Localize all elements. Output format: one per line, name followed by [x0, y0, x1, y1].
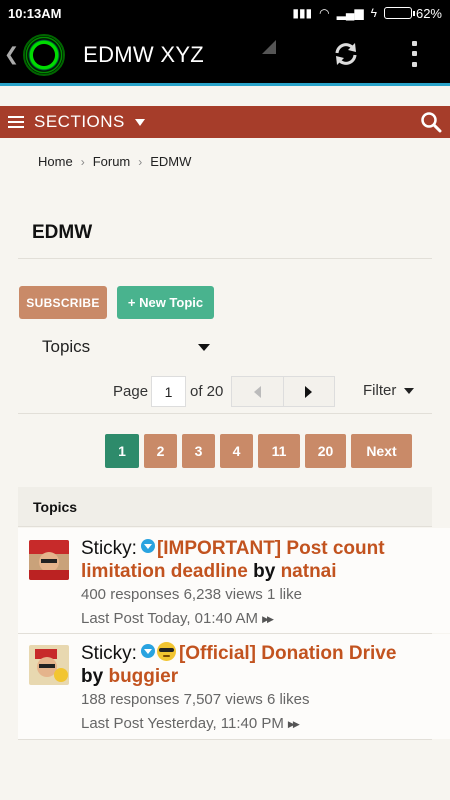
chevron-right-icon: ›	[138, 154, 143, 169]
cool-smiley-icon	[156, 642, 176, 661]
filter-dropdown[interactable]: Filter	[363, 382, 415, 399]
breadcrumb-home[interactable]: Home	[38, 154, 73, 169]
avatar[interactable]	[29, 645, 69, 685]
search-icon[interactable]	[420, 111, 442, 133]
charging-icon: ϟ	[370, 6, 377, 20]
topic-author[interactable]: natnai	[281, 561, 337, 582]
sticky-label: Sticky:	[81, 643, 137, 664]
breadcrumb-edmw[interactable]: EDMW	[150, 154, 191, 169]
breadcrumb-forum[interactable]: Forum	[93, 154, 131, 169]
dropdown-corner-icon	[262, 40, 276, 54]
sticky-label: Sticky:	[81, 538, 137, 559]
app-bar: ❮ EDMW XYZ	[0, 26, 450, 83]
topic-stats: 400 responses 6,238 views 1 like	[81, 586, 302, 603]
topic-link[interactable]: [IMPORTANT] Post count	[157, 538, 385, 559]
hamburger-icon[interactable]	[8, 116, 24, 128]
topic-title-line2[interactable]: limitation deadline by natnai	[81, 560, 337, 583]
page-button-20[interactable]: 20	[305, 434, 346, 468]
last-post-text: Last Post Today, 01:40 AM	[81, 610, 259, 627]
last-post-text: Last Post Yesterday, 11:40 PM	[81, 715, 284, 732]
sections-bar[interactable]: SECTIONS	[0, 106, 450, 138]
topic-title[interactable]: Sticky: [IMPORTANT] Post count	[81, 537, 385, 560]
page-number-input[interactable]: 1	[151, 376, 186, 407]
battery-percent: 62%	[415, 5, 442, 21]
page-nav	[231, 376, 335, 407]
topic-title[interactable]: Sticky: [Official] Donation Drive	[81, 642, 396, 665]
divider	[18, 413, 432, 414]
app-title: EDMW XYZ	[83, 41, 205, 67]
topic-row[interactable]: Sticky: [Official] Donation Drive by bugg…	[18, 634, 450, 739]
topics-header: Topics	[18, 487, 432, 527]
prev-page-button[interactable]	[232, 377, 284, 406]
sections-label[interactable]: SECTIONS	[34, 112, 125, 132]
page-button-3[interactable]: 3	[182, 434, 215, 468]
caret-down-icon	[404, 387, 415, 394]
caret-down-icon	[198, 343, 210, 351]
next-arrow-icon	[305, 385, 313, 398]
battery-indicator: 62%	[383, 5, 442, 21]
refresh-button[interactable]	[328, 36, 364, 72]
divider	[18, 739, 432, 740]
topics-select[interactable]: Topics	[42, 335, 210, 359]
page-button-11[interactable]: 11	[258, 434, 300, 468]
next-page-button[interactable]	[284, 377, 335, 406]
divider	[18, 258, 432, 259]
page-button-1[interactable]: 1	[105, 434, 139, 468]
subscribe-button[interactable]: SUBSCRIBE	[19, 286, 107, 319]
breadcrumb: Home › Forum › EDMW	[38, 154, 191, 169]
chevron-right-icon: ›	[80, 154, 85, 169]
sticky-dropdown-icon[interactable]	[140, 539, 155, 553]
fast-forward-icon[interactable]: ▶▶	[262, 614, 274, 624]
avatar[interactable]	[29, 540, 69, 580]
app-bar-divider	[0, 83, 450, 86]
by-label: by	[81, 666, 104, 687]
topic-last-post[interactable]: Last Post Today, 01:40 AM ▶▶	[81, 610, 274, 627]
filter-label: Filter	[363, 382, 397, 399]
fast-forward-icon[interactable]: ▶▶	[288, 719, 300, 729]
topic-stats: 188 responses 7,507 views 6 likes	[81, 691, 310, 708]
signal-icon-2: ▂▄▆	[336, 6, 364, 20]
new-topic-button[interactable]: + New Topic	[117, 286, 214, 319]
prev-arrow-icon	[253, 385, 261, 398]
page-title: EDMW	[32, 222, 93, 243]
topic-last-post[interactable]: Last Post Yesterday, 11:40 PM ▶▶	[81, 715, 300, 732]
caret-down-icon[interactable]	[134, 118, 145, 126]
refresh-icon	[335, 43, 357, 65]
signal-icon: ▮▮▮	[292, 6, 313, 20]
sticky-dropdown-icon[interactable]	[140, 644, 155, 658]
page-button-4[interactable]: 4	[220, 434, 253, 468]
next-page-link[interactable]: Next	[351, 434, 412, 468]
topic-link[interactable]: [Official] Donation Drive	[179, 643, 396, 664]
overflow-menu-button[interactable]	[404, 38, 424, 70]
topic-author[interactable]: buggier	[108, 666, 178, 687]
topic-link[interactable]: limitation deadline	[81, 561, 248, 582]
page-button-2[interactable]: 2	[144, 434, 177, 468]
by-label: by	[253, 561, 276, 582]
page-total-label: of 20	[190, 383, 224, 400]
topic-title-line2: by buggier	[81, 665, 178, 688]
wifi-icon: ◠	[319, 6, 330, 20]
status-bar: 10:13AM ▮▮▮ ◠ ▂▄▆ ϟ 62%	[0, 0, 450, 26]
page-label: Page	[113, 383, 149, 400]
status-time: 10:13AM	[8, 5, 62, 21]
topic-row[interactable]: Sticky: [IMPORTANT] Post count limitation…	[18, 528, 450, 633]
app-logo[interactable]	[23, 33, 66, 76]
topics-select-value: Topics	[42, 337, 91, 356]
back-chevron-icon[interactable]: ❮	[4, 44, 19, 65]
